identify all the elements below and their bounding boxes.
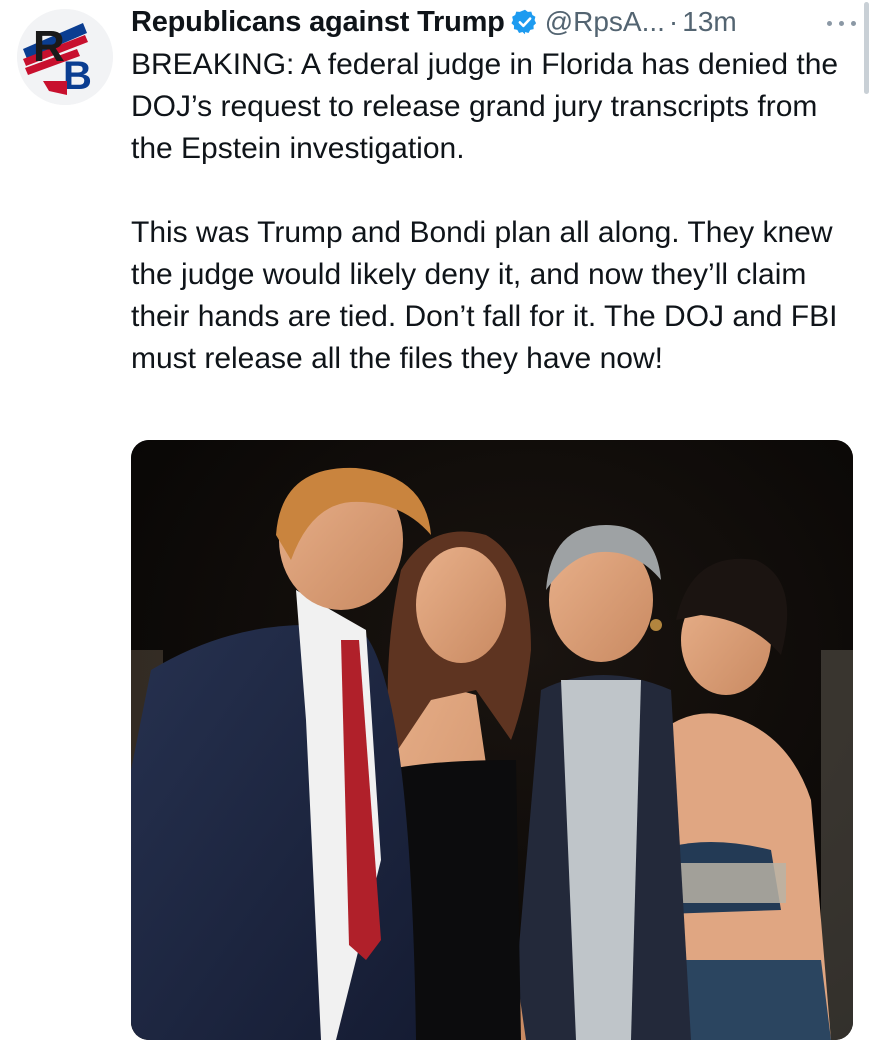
tweet-photo[interactable] [131,440,853,1040]
avatar[interactable]: R B [17,9,113,105]
tweet-paragraph: This was Trump and Bondi plan all along.… [131,216,838,375]
separator-dot: · [668,6,679,37]
photo-image [131,440,853,1040]
handle[interactable]: @RpsA... [545,6,665,38]
verified-badge-icon [511,9,536,35]
more-options-icon[interactable] [825,16,859,32]
svg-text:B: B [63,54,92,98]
svg-text:R: R [33,22,65,71]
tweet-text: BREAKING: A federal judge in Florida has… [131,44,841,380]
tweet-paragraph: BREAKING: A federal judge in Florida has… [131,48,839,165]
display-name[interactable]: Republicans against Trump [131,6,505,39]
timestamp[interactable]: 13m [682,6,736,38]
avatar-logo: R B [17,9,113,105]
scrollbar[interactable] [864,2,869,94]
tweet-header: Republicans against Trump @RpsA... · 13m [131,2,863,42]
